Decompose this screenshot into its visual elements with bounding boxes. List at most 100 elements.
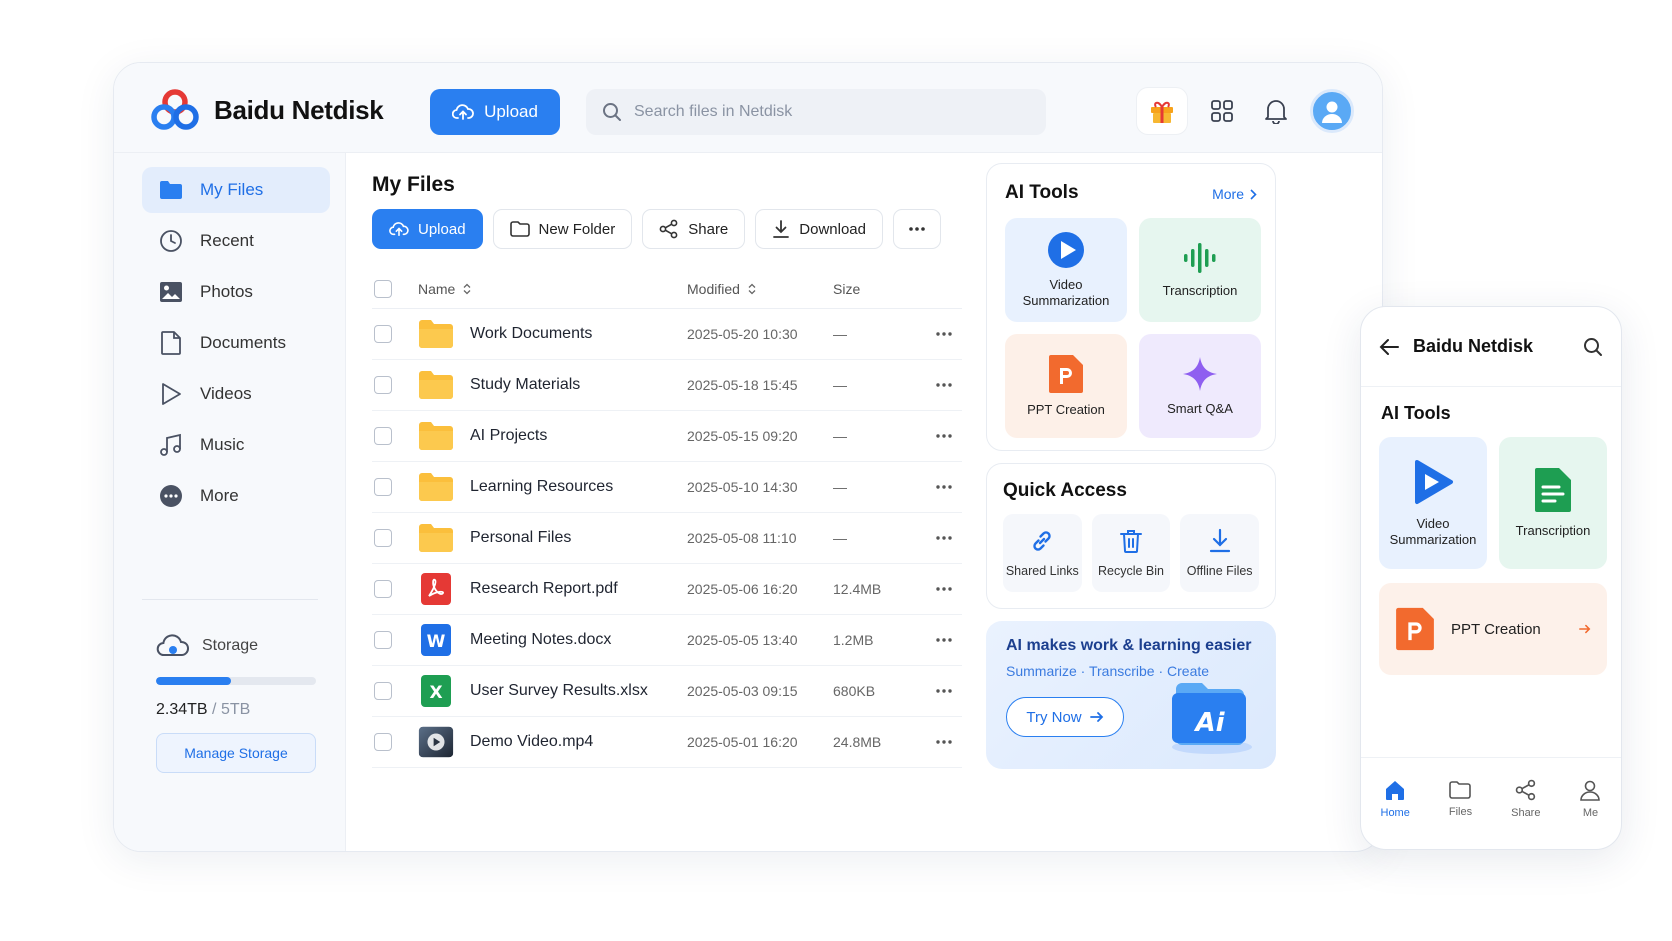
file-name[interactable]: Demo Video.mp4 bbox=[470, 733, 593, 751]
mobile-nav-home[interactable]: Home bbox=[1381, 779, 1410, 819]
column-name[interactable]: Name bbox=[392, 281, 687, 297]
table-row[interactable]: X User Survey Results.xlsx 2025-05-03 09:1… bbox=[372, 666, 962, 717]
file-name[interactable]: Work Documents bbox=[470, 325, 592, 343]
upload-button[interactable]: Upload bbox=[372, 209, 483, 249]
mobile-nav-label: Home bbox=[1380, 806, 1410, 819]
table-row[interactable]: Learning Resources 2025-05-10 14:30 — bbox=[372, 462, 962, 513]
sidebar-item-my-files[interactable]: My Files bbox=[142, 167, 330, 213]
table-row[interactable]: Work Documents 2025-05-20 10:30 — bbox=[372, 309, 962, 360]
download-button[interactable]: Download bbox=[755, 209, 883, 249]
ai-tile-ppt-creation[interactable]: PPT Creation bbox=[1005, 334, 1127, 438]
mobile-nav-files[interactable]: Files bbox=[1449, 780, 1472, 818]
mobile-nav-me[interactable]: Me bbox=[1579, 779, 1601, 819]
sidebar-item-recent[interactable]: Recent bbox=[142, 218, 330, 264]
row-more-button[interactable] bbox=[903, 739, 953, 745]
column-modified-label: Modified bbox=[687, 280, 740, 297]
cloud-storage-icon bbox=[156, 634, 189, 656]
clock-icon bbox=[158, 228, 184, 254]
tile-label-2: Summarization bbox=[1022, 293, 1110, 308]
mobile-nav-share[interactable]: Share bbox=[1511, 779, 1540, 819]
search-input[interactable] bbox=[634, 103, 994, 121]
back-arrow-icon[interactable] bbox=[1379, 338, 1399, 356]
column-size[interactable]: Size bbox=[833, 281, 903, 297]
app-logo[interactable]: Baidu Netdisk bbox=[150, 89, 384, 131]
document-icon bbox=[158, 330, 184, 356]
row-checkbox[interactable] bbox=[374, 682, 392, 700]
row-checkbox[interactable] bbox=[374, 376, 392, 394]
ai-tile-smart-qa[interactable]: Smart Q&A bbox=[1139, 334, 1261, 438]
row-more-button[interactable] bbox=[903, 535, 953, 541]
sidebar-item-more[interactable]: More bbox=[142, 473, 330, 519]
row-more-button[interactable] bbox=[903, 637, 953, 643]
file-name[interactable]: Meeting Notes.docx bbox=[470, 631, 611, 649]
folder-icon bbox=[1449, 780, 1472, 799]
ai-folder-icon: Ai bbox=[1172, 683, 1252, 754]
share-label: Share bbox=[688, 220, 729, 238]
file-modified: 2025-05-18 15:45 bbox=[687, 377, 798, 393]
row-checkbox[interactable] bbox=[374, 478, 392, 496]
table-row[interactable]: Demo Video.mp4 2025-05-01 16:20 24.8MB bbox=[372, 717, 962, 768]
quick-access-shared-links[interactable]: Shared Links bbox=[1003, 514, 1082, 592]
file-name[interactable]: AI Projects bbox=[470, 427, 547, 445]
row-more-button[interactable] bbox=[903, 484, 953, 490]
ai-tools-more-link[interactable]: More bbox=[1212, 186, 1257, 202]
ai-tile-transcription[interactable]: Transcription bbox=[1139, 218, 1261, 322]
share-button[interactable]: Share bbox=[642, 209, 746, 249]
table-row[interactable]: Research Report.pdf 2025-05-06 16:20 12.4M… bbox=[372, 564, 962, 615]
table-row[interactable]: AI Projects 2025-05-15 09:20 — bbox=[372, 411, 962, 462]
sidebar-item-videos[interactable]: Videos bbox=[142, 371, 330, 417]
apps-grid-button[interactable] bbox=[1202, 91, 1242, 131]
home-icon bbox=[1386, 780, 1405, 800]
row-more-button[interactable] bbox=[903, 331, 953, 337]
row-checkbox[interactable] bbox=[374, 631, 392, 649]
more-link-label: More bbox=[1212, 186, 1244, 202]
file-modified: 2025-05-05 13:40 bbox=[687, 632, 798, 648]
header-upload-button[interactable]: Upload bbox=[430, 89, 560, 135]
mobile-tile-video-summarization[interactable]: Video Summarization bbox=[1379, 437, 1487, 569]
more-horizontal-icon bbox=[936, 587, 952, 591]
search-icon[interactable] bbox=[1583, 337, 1603, 357]
row-checkbox[interactable] bbox=[374, 325, 392, 343]
row-checkbox[interactable] bbox=[374, 733, 392, 751]
storage-header: Storage bbox=[156, 633, 318, 659]
sidebar-item-photos[interactable]: Photos bbox=[142, 269, 330, 315]
search-bar[interactable] bbox=[586, 89, 1046, 135]
table-row[interactable]: Study Materials 2025-05-18 15:45 — bbox=[372, 360, 962, 411]
row-checkbox[interactable] bbox=[374, 580, 392, 598]
storage-used: 2.34TB bbox=[156, 701, 208, 718]
row-more-button[interactable] bbox=[903, 382, 953, 388]
notifications-button[interactable] bbox=[1256, 91, 1296, 131]
sidebar-item-music[interactable]: Music bbox=[142, 422, 330, 468]
link-icon bbox=[1033, 531, 1052, 551]
file-name[interactable]: Personal Files bbox=[470, 529, 571, 547]
file-name[interactable]: User Survey Results.xlsx bbox=[470, 682, 648, 700]
row-more-button[interactable] bbox=[903, 433, 953, 439]
sidebar-item-documents[interactable]: Documents bbox=[142, 320, 330, 366]
table-row[interactable]: Personal Files 2025-05-08 11:10 — bbox=[372, 513, 962, 564]
file-name[interactable]: Learning Resources bbox=[470, 478, 613, 496]
mobile-tile-transcription[interactable]: Transcription bbox=[1499, 437, 1607, 569]
quick-access-offline-files[interactable]: Offline Files bbox=[1180, 514, 1260, 592]
ai-tile-video-summarization[interactable]: Video Summarization bbox=[1005, 218, 1127, 322]
desktop-window: Baidu Netdisk Upload Search files in Net… bbox=[113, 62, 1383, 852]
quick-access-recycle-bin[interactable]: Recycle Bin bbox=[1091, 514, 1171, 592]
gift-button[interactable] bbox=[1136, 87, 1188, 135]
manage-storage-button[interactable]: Manage Storage bbox=[156, 733, 316, 773]
new-folder-button[interactable]: New Folder bbox=[492, 209, 633, 249]
row-more-button[interactable] bbox=[903, 586, 953, 592]
user-avatar[interactable] bbox=[1310, 89, 1354, 133]
row-checkbox[interactable] bbox=[374, 529, 392, 547]
file-name[interactable]: Study Materials bbox=[470, 376, 580, 394]
file-name[interactable]: Research Report.pdf bbox=[470, 580, 618, 598]
select-all-checkbox[interactable] bbox=[374, 279, 392, 298]
table-row[interactable]: W Meeting Notes.docx 2025-05-05 13:40 1.2MB bbox=[372, 615, 962, 666]
mobile-ppt-creation[interactable]: PPT Creation bbox=[1379, 583, 1607, 675]
row-more-button[interactable] bbox=[903, 688, 953, 694]
file-modified: 2025-05-20 10:30 bbox=[687, 326, 798, 342]
arrow-right-icon bbox=[1579, 624, 1591, 634]
more-actions-button[interactable] bbox=[893, 209, 941, 249]
row-checkbox[interactable] bbox=[374, 427, 392, 445]
try-now-label: Try Now bbox=[1026, 708, 1082, 726]
column-modified[interactable]: Modified bbox=[687, 281, 833, 297]
try-now-button[interactable]: Try Now bbox=[1006, 697, 1124, 737]
